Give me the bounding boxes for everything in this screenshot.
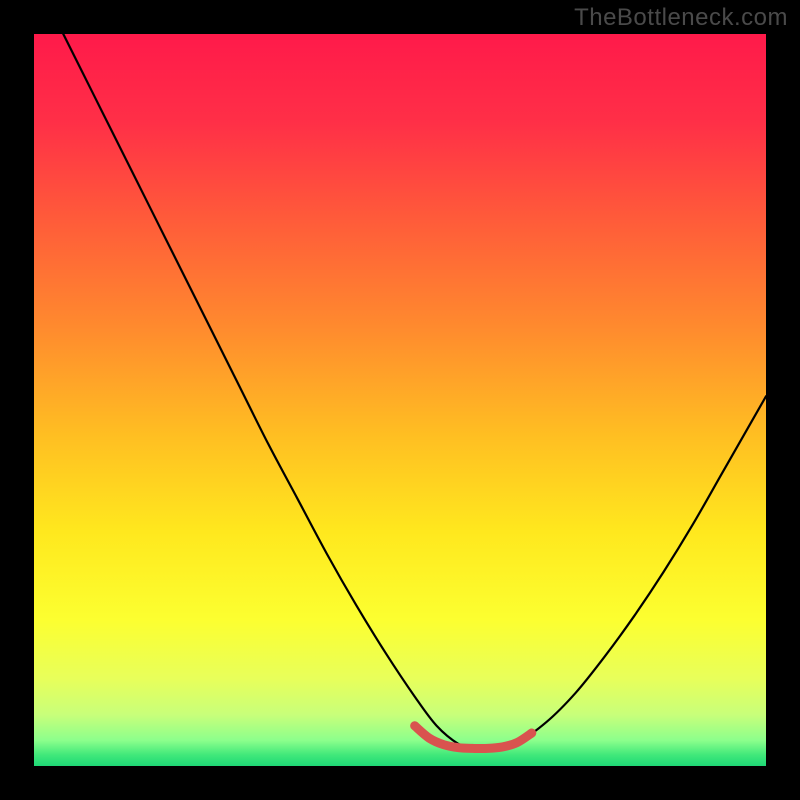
watermark-text: TheBottleneck.com (574, 4, 788, 32)
bottleneck-curve (63, 34, 766, 749)
chart-frame: TheBottleneck.com (0, 0, 800, 800)
plot-area (34, 34, 766, 766)
optimal-band (415, 726, 532, 749)
curve-layer (34, 34, 766, 766)
